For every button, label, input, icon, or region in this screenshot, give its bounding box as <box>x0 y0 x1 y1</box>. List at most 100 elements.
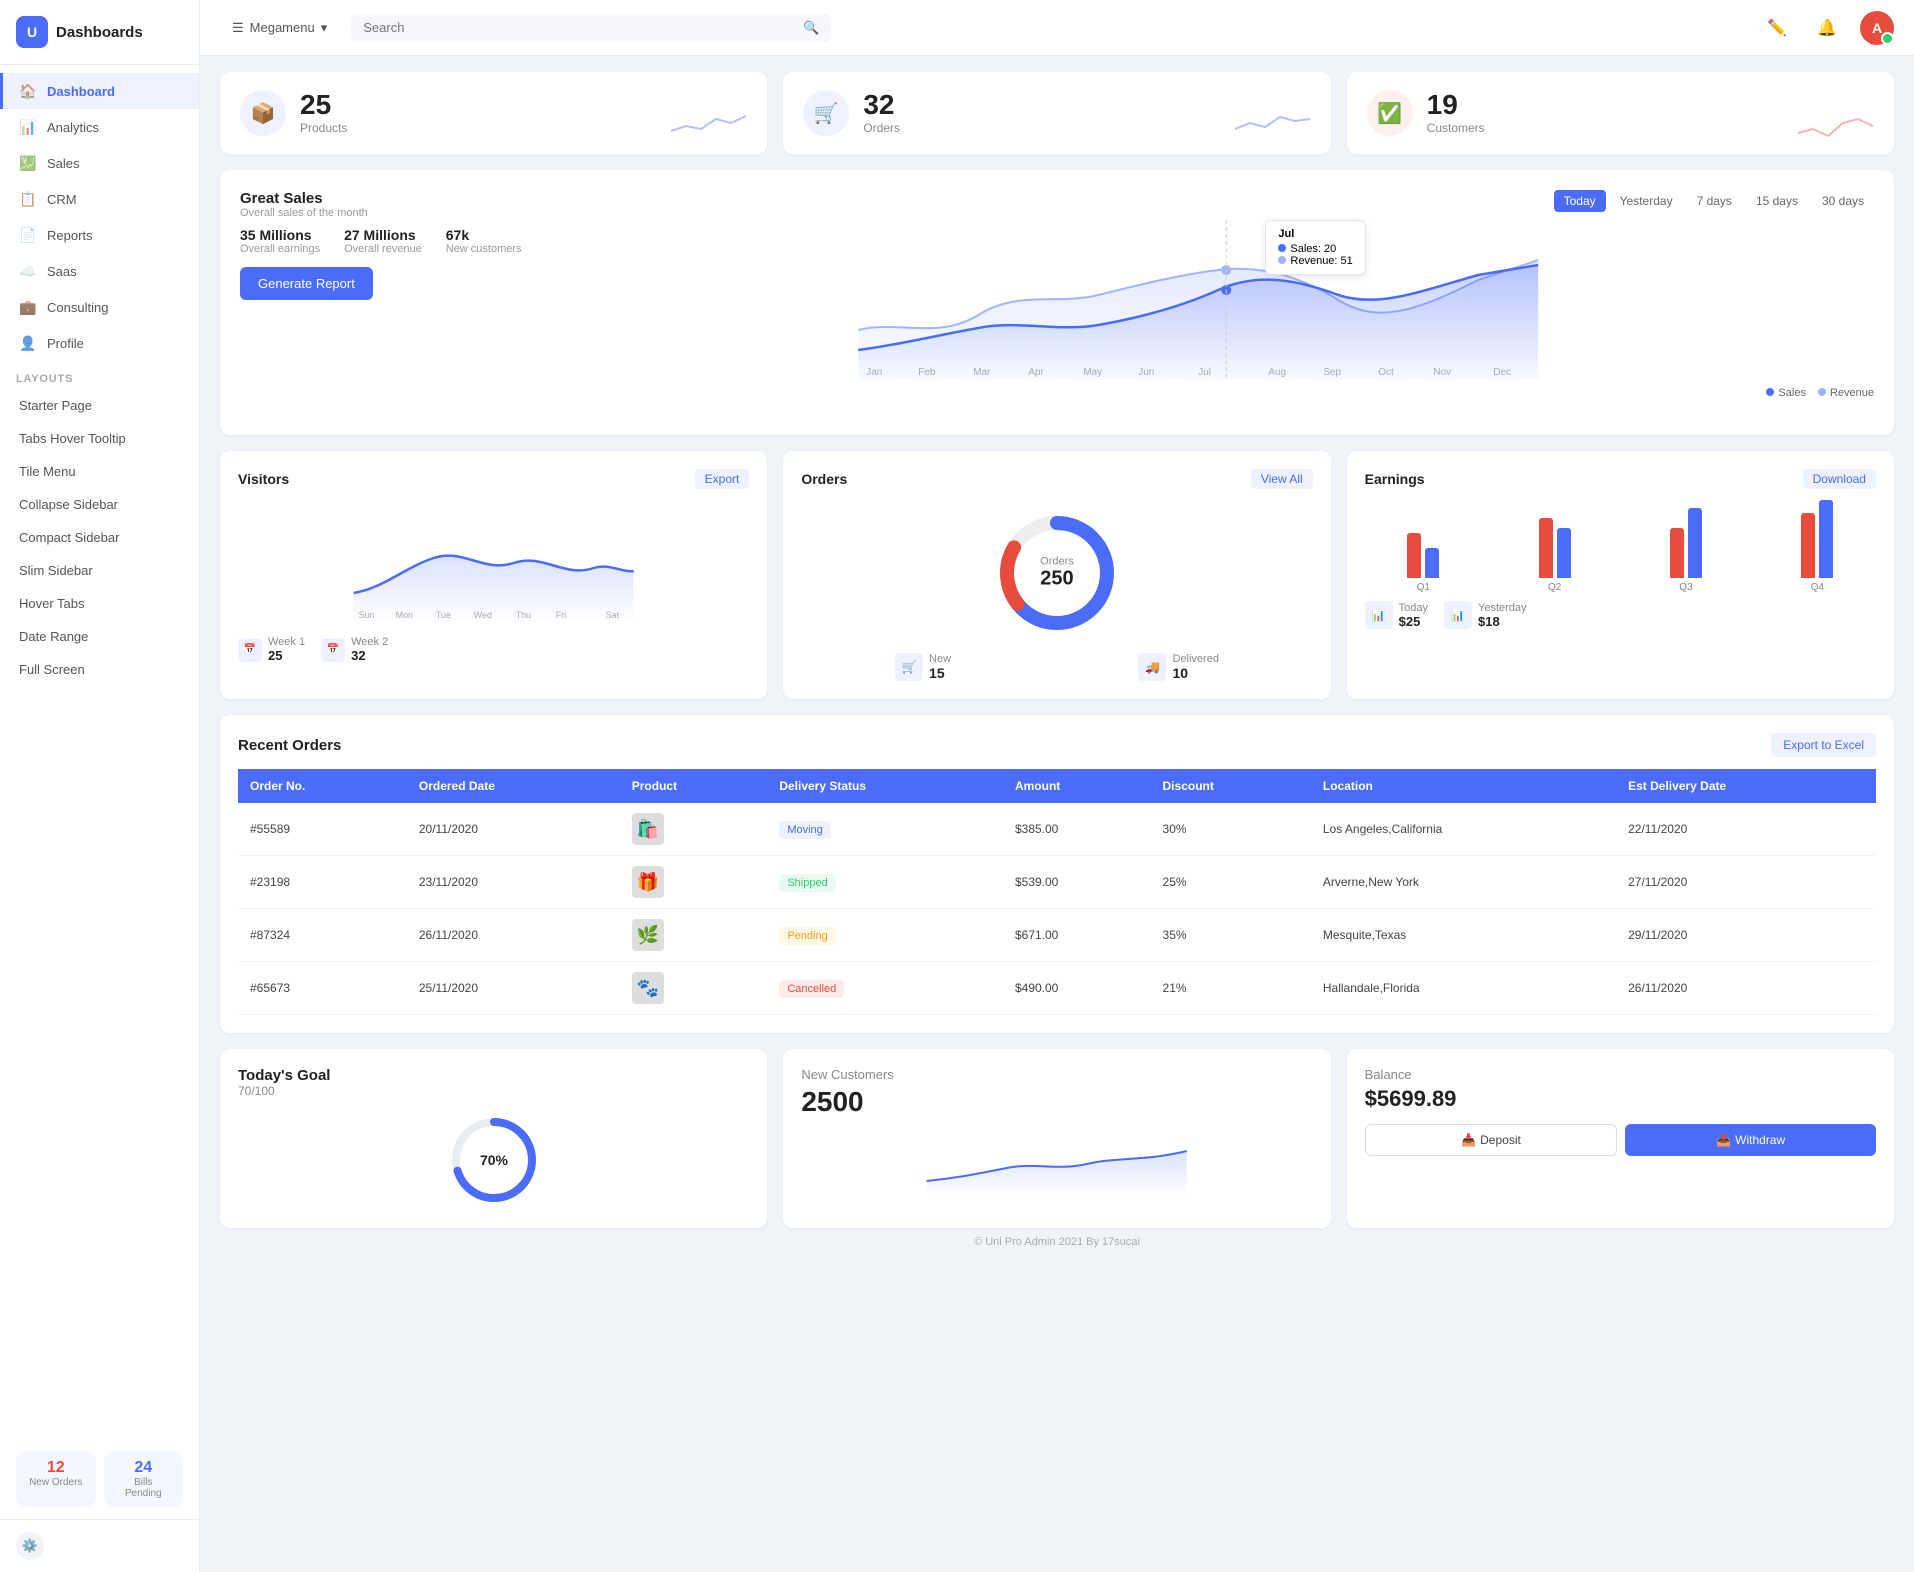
products-stat-card: 📦 25 Products <box>220 72 767 154</box>
todays-goal-panel: Today's Goal 70/100 70% <box>220 1049 767 1228</box>
time-btn-7days[interactable]: 7 days <box>1687 190 1742 212</box>
q1-blue-bar <box>1425 548 1439 578</box>
yesterday-earning-label: Yesterday <box>1478 602 1527 614</box>
search-bar[interactable]: 🔍 <box>351 14 831 42</box>
megamenu-label: Megamenu <box>250 20 315 35</box>
sidebar-item-dashboard[interactable]: 🏠 Dashboard <box>0 73 199 109</box>
main-area: ☰ Megamenu ▾ 🔍 ✏️ 🔔 A 📦 25 Products <box>200 0 1914 1572</box>
three-panel-row: Visitors Export Sun Mon Tue Wed <box>220 451 1894 699</box>
week1-info: Week 1 25 <box>268 636 305 663</box>
sidebar-item-tile-menu[interactable]: Tile Menu <box>0 455 199 488</box>
order-discount: 21% <box>1151 962 1311 1015</box>
earnings-panel: Earnings Download Q1 <box>1347 451 1894 699</box>
view-all-button[interactable]: View All <box>1251 469 1313 489</box>
export-excel-button[interactable]: Export to Excel <box>1771 733 1876 757</box>
table-header-row: Order No. Ordered Date Product Delivery … <box>238 769 1876 803</box>
svg-text:Wed: Wed <box>474 610 492 620</box>
sidebar-item-full-screen[interactable]: Full Screen <box>0 653 199 686</box>
week1-label: Week 1 <box>268 636 305 648</box>
visitors-footer: 📅 Week 1 25 📅 Week 2 32 <box>238 636 749 663</box>
reports-icon: 📄 <box>19 226 37 244</box>
sidebar-item-label: Profile <box>47 336 84 351</box>
sidebar-item-sales[interactable]: 💹 Sales <box>0 145 199 181</box>
sidebar-item-tabs-hover[interactable]: Tabs Hover Tooltip <box>0 422 199 455</box>
q4-blue-bar <box>1819 500 1833 578</box>
q1-label: Q1 <box>1417 582 1430 593</box>
sidebar-item-saas[interactable]: ☁️ Saas <box>0 253 199 289</box>
earnings-footer: 📊 Today $25 📊 Yesterday $18 <box>1365 601 1876 629</box>
week1-icon: 📅 <box>238 638 262 662</box>
svg-text:Mon: Mon <box>396 610 414 620</box>
col-amount: Amount <box>1003 769 1151 803</box>
revenue-lbl: Overall revenue <box>344 243 422 255</box>
edit-icon[interactable]: ✏️ <box>1760 11 1794 45</box>
svg-text:May: May <box>1083 367 1102 378</box>
sidebar-item-collapse[interactable]: Collapse Sidebar <box>0 488 199 521</box>
donut-num: 250 <box>1040 568 1074 591</box>
table-body: #55589 20/11/2020 🛍️ Moving $385.00 30% … <box>238 803 1876 1015</box>
new-orders-num: 12 <box>28 1459 84 1477</box>
q3-blue-bar <box>1688 508 1702 578</box>
earnings-lbl: Overall earnings <box>240 243 320 255</box>
export-visitors-button[interactable]: Export <box>695 469 750 489</box>
sidebar-item-date-range[interactable]: Date Range <box>0 620 199 653</box>
avatar[interactable]: A <box>1860 11 1894 45</box>
time-btn-15days[interactable]: 15 days <box>1746 190 1808 212</box>
balance-amount: $5699.89 <box>1365 1086 1876 1112</box>
revenue-val: 27 Millions <box>344 227 422 243</box>
new-orders-badge: 12 New Orders <box>16 1451 96 1507</box>
sidebar-item-starter[interactable]: Starter Page <box>0 389 199 422</box>
search-input[interactable] <box>363 20 795 35</box>
withdraw-label: Withdraw <box>1735 1133 1785 1147</box>
time-btn-30days[interactable]: 30 days <box>1812 190 1874 212</box>
generate-report-button[interactable]: Generate Report <box>240 267 373 300</box>
customers-panel-title: New Customers <box>801 1067 1312 1082</box>
q4-bars <box>1801 498 1833 578</box>
deposit-label: Deposit <box>1480 1133 1521 1147</box>
starter-label: Starter Page <box>19 398 92 413</box>
status-badge: Moving <box>779 821 830 839</box>
new-icon: 🛒 <box>895 653 923 681</box>
recent-orders-header: Recent Orders Export to Excel <box>238 733 1876 757</box>
bills-badge: 24 Bills Pending <box>104 1451 184 1507</box>
sidebar-item-consulting[interactable]: 💼 Consulting <box>0 289 199 325</box>
metric-earnings: 35 Millions Overall earnings <box>240 227 320 255</box>
order-amount: $490.00 <box>1003 962 1151 1015</box>
withdraw-button[interactable]: 📤 Withdraw <box>1625 1124 1876 1156</box>
sidebar-item-profile[interactable]: 👤 Profile <box>0 325 199 361</box>
status-badge: Shipped <box>779 874 835 892</box>
week2-val: 32 <box>351 648 388 663</box>
order-location: Mesquite,Texas <box>1311 909 1616 962</box>
time-btn-yesterday[interactable]: Yesterday <box>1610 190 1683 212</box>
sidebar-settings[interactable]: ⚙️ <box>0 1519 199 1572</box>
order-product: 🐾 <box>620 962 768 1015</box>
orders-sparkline <box>1235 101 1315 144</box>
sidebar-item-reports[interactable]: 📄 Reports <box>0 217 199 253</box>
dashboard-icon: 🏠 <box>19 82 37 100</box>
sidebar-item-slim[interactable]: Slim Sidebar <box>0 554 199 587</box>
time-btn-today[interactable]: Today <box>1554 190 1606 212</box>
yesterday-earning-info: Yesterday $18 <box>1478 602 1527 629</box>
megamenu-button[interactable]: ☰ Megamenu ▾ <box>220 14 339 42</box>
delivered-stat: 🚚 Delivered 10 <box>1138 653 1218 681</box>
sidebar-item-crm[interactable]: 📋 CRM <box>0 181 199 217</box>
bell-icon[interactable]: 🔔 <box>1810 11 1844 45</box>
content-area: 📦 25 Products 🛒 32 Orders <box>200 56 1914 1572</box>
sidebar-item-analytics[interactable]: 📊 Analytics <box>0 109 199 145</box>
sidebar-item-compact[interactable]: Compact Sidebar <box>0 521 199 554</box>
sidebar-item-label: Reports <box>47 228 93 243</box>
svg-text:Aug: Aug <box>1268 367 1286 378</box>
newcust-lbl: New customers <box>446 243 522 255</box>
order-date: 23/11/2020 <box>407 856 620 909</box>
col-order-no: Order No. <box>238 769 407 803</box>
order-location: Los Angeles,California <box>1311 803 1616 856</box>
deposit-button[interactable]: 📥 Deposit <box>1365 1124 1618 1156</box>
settings-icon[interactable]: ⚙️ <box>16 1532 44 1560</box>
order-no: #23198 <box>238 856 407 909</box>
sales-chart-area: Today Yesterday 7 days 15 days 30 days <box>522 190 1874 399</box>
download-button[interactable]: Download <box>1803 469 1876 489</box>
order-discount: 35% <box>1151 909 1311 962</box>
q1-bars <box>1407 498 1439 578</box>
sidebar-item-hover-tabs[interactable]: Hover Tabs <box>0 587 199 620</box>
orders-donut-area: Orders 250 🛒 New 15 � <box>801 503 1312 681</box>
